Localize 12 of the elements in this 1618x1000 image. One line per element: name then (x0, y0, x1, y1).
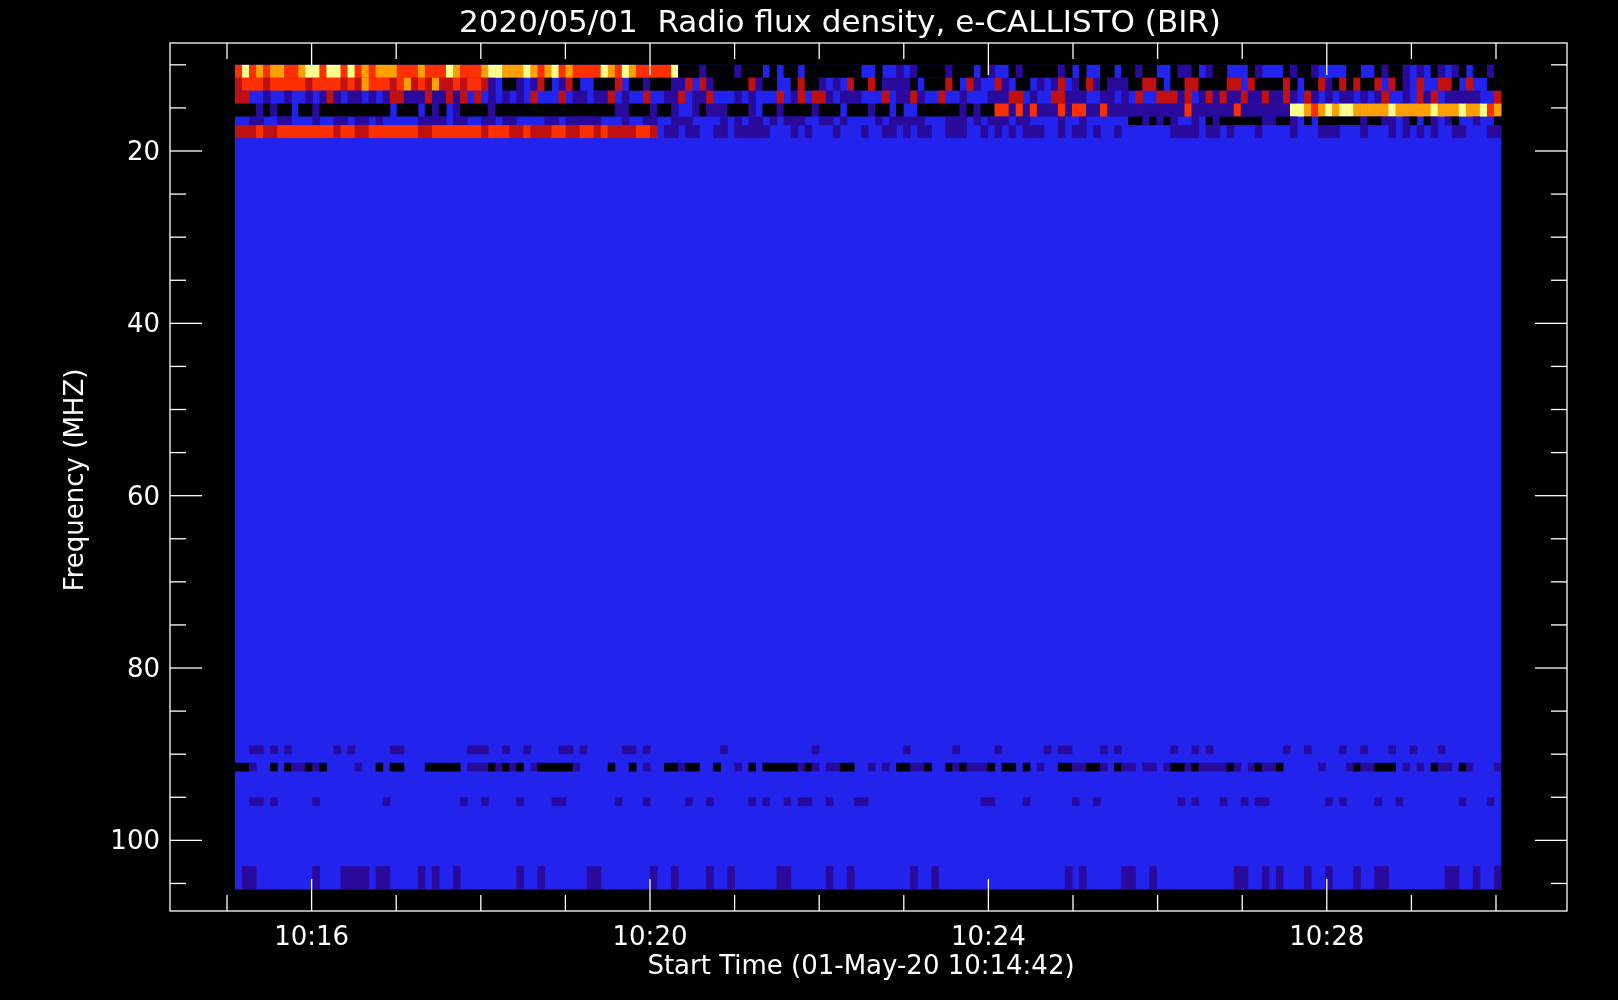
y-tick-label: 40 (126, 308, 160, 339)
x-tick-label: 10:16 (274, 921, 350, 951)
x-axis-label: Start Time (01-May-20 10:14:42) (647, 950, 1075, 980)
x-tick-label: 10:28 (1289, 921, 1365, 951)
y-tick-label: 60 (126, 480, 160, 511)
x-tick-label: 10:24 (950, 921, 1026, 951)
y-tick-label: 100 (110, 825, 160, 856)
y-tick-label: 20 (126, 136, 160, 166)
y-tick-label: 80 (126, 653, 160, 683)
plot-title: 2020/05/01 Radio flux density, e-CALLISTO (BIR) (459, 3, 1221, 39)
x-tick-label: 10:20 (612, 921, 688, 951)
y-axis-label: Frequency (MHZ) (59, 368, 89, 592)
